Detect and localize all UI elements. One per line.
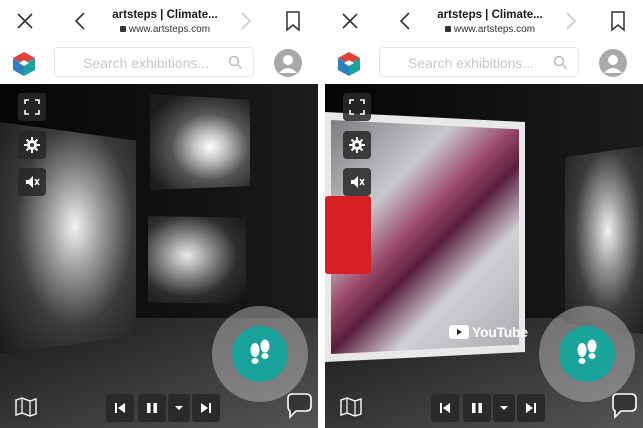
gear-icon [24, 137, 40, 153]
chat-icon[interactable] [609, 392, 639, 420]
chevron-down-icon [175, 406, 183, 410]
browser-toolbar: artsteps | Climate... www.artsteps.com [325, 0, 643, 42]
gear-icon [349, 137, 365, 153]
youtube-wordmark: YouTube [472, 324, 528, 340]
pause-icon [472, 403, 482, 413]
search-input[interactable] [408, 54, 538, 72]
artwork-bottom-right[interactable] [148, 216, 246, 304]
previous-button[interactable] [106, 394, 134, 422]
browser-toolbar: artsteps | Climate... www.artsteps.com [0, 0, 318, 42]
chevron-right-icon[interactable] [234, 10, 256, 32]
bookmark-icon[interactable] [282, 9, 304, 33]
fullscreen-button[interactable] [18, 93, 46, 121]
page-title: artsteps | Climate... [112, 9, 218, 21]
chevron-down-icon [500, 406, 508, 410]
walk-button[interactable] [559, 326, 615, 382]
fullscreen-button[interactable] [343, 93, 371, 121]
mute-button[interactable] [18, 168, 46, 196]
address-bar[interactable]: artsteps | Climate... www.artsteps.com [423, 5, 557, 37]
user-avatar-icon[interactable] [599, 49, 627, 77]
bookmark-icon[interactable] [607, 9, 629, 33]
youtube-badge: YouTube [449, 324, 528, 340]
skip-previous-icon [115, 403, 125, 413]
skip-next-icon [201, 403, 211, 413]
youtube-play-button[interactable] [325, 196, 371, 274]
settings-button[interactable] [343, 131, 371, 159]
close-icon[interactable] [339, 10, 361, 32]
pause-button[interactable] [138, 394, 166, 422]
user-avatar-icon[interactable] [274, 49, 302, 77]
page-title: artsteps | Climate... [437, 9, 543, 21]
map-button[interactable] [12, 394, 40, 420]
screen-right: artsteps | Climate... www.artsteps.com Y… [325, 0, 643, 428]
url-text: www.artsteps.com [453, 24, 536, 35]
fullscreen-icon [24, 99, 40, 115]
panel-divider [318, 0, 325, 428]
pause-icon [147, 403, 157, 413]
map-icon [15, 397, 37, 417]
address-bar[interactable]: artsteps | Climate... www.artsteps.com [98, 5, 232, 37]
chevron-right-icon[interactable] [559, 10, 581, 32]
pause-button[interactable] [463, 394, 491, 422]
footsteps-icon [577, 339, 597, 364]
chevron-left-icon[interactable] [395, 10, 417, 32]
search-icon[interactable] [553, 55, 568, 70]
search-box[interactable] [379, 47, 579, 77]
lock-icon [444, 26, 451, 32]
next-button[interactable] [192, 394, 220, 422]
artsteps-logo-icon[interactable] [10, 50, 38, 78]
walk-button[interactable] [232, 326, 288, 382]
url-line: www.artsteps.com [98, 23, 232, 36]
fullscreen-icon [349, 99, 365, 115]
url-text: www.artsteps.com [128, 24, 211, 35]
map-button[interactable] [337, 394, 365, 420]
search-icon[interactable] [228, 55, 243, 70]
playlist-dropdown[interactable] [168, 394, 190, 422]
mute-button[interactable] [343, 168, 371, 196]
lock-icon [119, 26, 126, 32]
artwork-right-edge[interactable] [565, 146, 643, 334]
skip-next-icon [526, 403, 536, 413]
next-button[interactable] [517, 394, 545, 422]
skip-previous-icon [440, 403, 450, 413]
close-icon[interactable] [14, 10, 36, 32]
mute-icon [351, 176, 365, 188]
previous-button[interactable] [431, 394, 459, 422]
artwork-top-right[interactable] [150, 94, 250, 190]
screen-left: artsteps | Climate... www.artsteps.com [0, 0, 318, 428]
artsteps-logo-icon[interactable] [335, 50, 363, 78]
url-line: www.artsteps.com [423, 23, 557, 36]
map-icon [340, 397, 362, 417]
chat-icon[interactable] [284, 392, 314, 420]
chevron-left-icon[interactable] [70, 10, 92, 32]
playlist-dropdown[interactable] [493, 394, 515, 422]
settings-button[interactable] [18, 131, 46, 159]
search-box[interactable] [54, 47, 254, 77]
gallery-viewport[interactable]: YouTube [325, 84, 643, 428]
search-input[interactable] [83, 54, 213, 72]
youtube-logo-icon [449, 325, 469, 339]
footsteps-icon [250, 339, 270, 364]
mute-icon [26, 176, 40, 188]
gallery-viewport[interactable] [0, 84, 318, 428]
